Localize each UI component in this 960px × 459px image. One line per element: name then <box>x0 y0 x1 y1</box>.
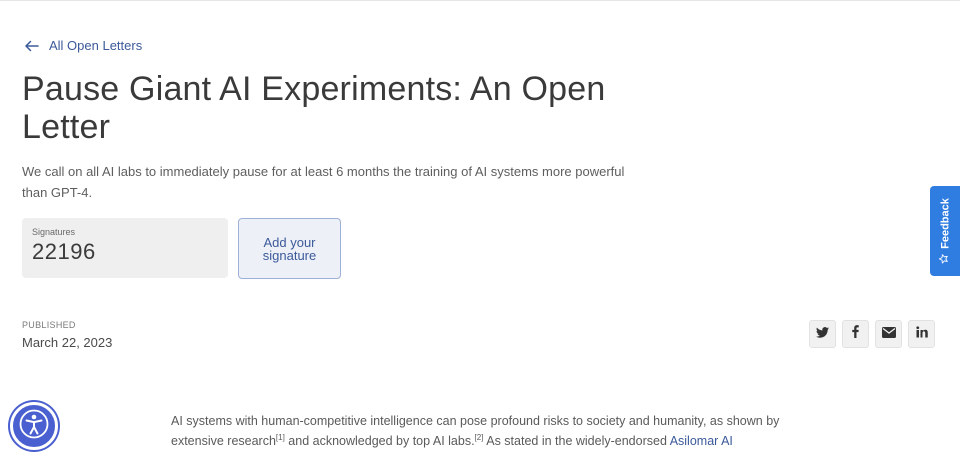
feedback-label: Feedback <box>939 198 951 249</box>
letter-body: AI systems with human-competitive intell… <box>171 411 791 451</box>
star-icon <box>938 254 952 264</box>
accessibility-icon <box>19 409 49 444</box>
arrow-left-icon <box>24 40 39 52</box>
accessibility-button[interactable] <box>10 402 58 450</box>
back-link[interactable]: All Open Letters <box>24 38 142 53</box>
share-buttons <box>809 320 935 348</box>
asilomar-link[interactable]: Asilomar AI <box>670 434 733 448</box>
body-text-3: As stated in the widely-endorsed <box>483 434 670 448</box>
page-subtitle: We call on all AI labs to immediately pa… <box>22 164 625 200</box>
twitter-icon <box>816 325 829 343</box>
email-icon <box>881 325 896 343</box>
published-date: March 22, 2023 <box>22 335 113 350</box>
signatures-label: Signatures <box>32 227 76 237</box>
published-label: PUBLISHED <box>22 320 76 330</box>
signatures-count: 22196 <box>32 239 96 264</box>
add-signature-button[interactable]: Add your signature <box>238 218 341 279</box>
top-divider <box>0 0 960 1</box>
feedback-tab[interactable]: Feedback <box>930 186 960 276</box>
share-linkedin-button[interactable] <box>908 320 935 348</box>
share-twitter-button[interactable] <box>809 320 836 348</box>
reference-1[interactable]: [1] <box>276 433 285 442</box>
linkedin-icon <box>915 325 928 343</box>
share-facebook-button[interactable] <box>842 320 869 348</box>
share-email-button[interactable] <box>875 320 902 348</box>
back-link-label: All Open Letters <box>49 38 143 53</box>
page-title: Pause Giant AI Experiments: An Open Lett… <box>22 70 606 146</box>
signatures-counter: Signatures 22196 <box>22 218 228 278</box>
body-text-2: and acknowledged by top AI labs. <box>284 434 475 448</box>
facebook-icon <box>852 325 859 343</box>
